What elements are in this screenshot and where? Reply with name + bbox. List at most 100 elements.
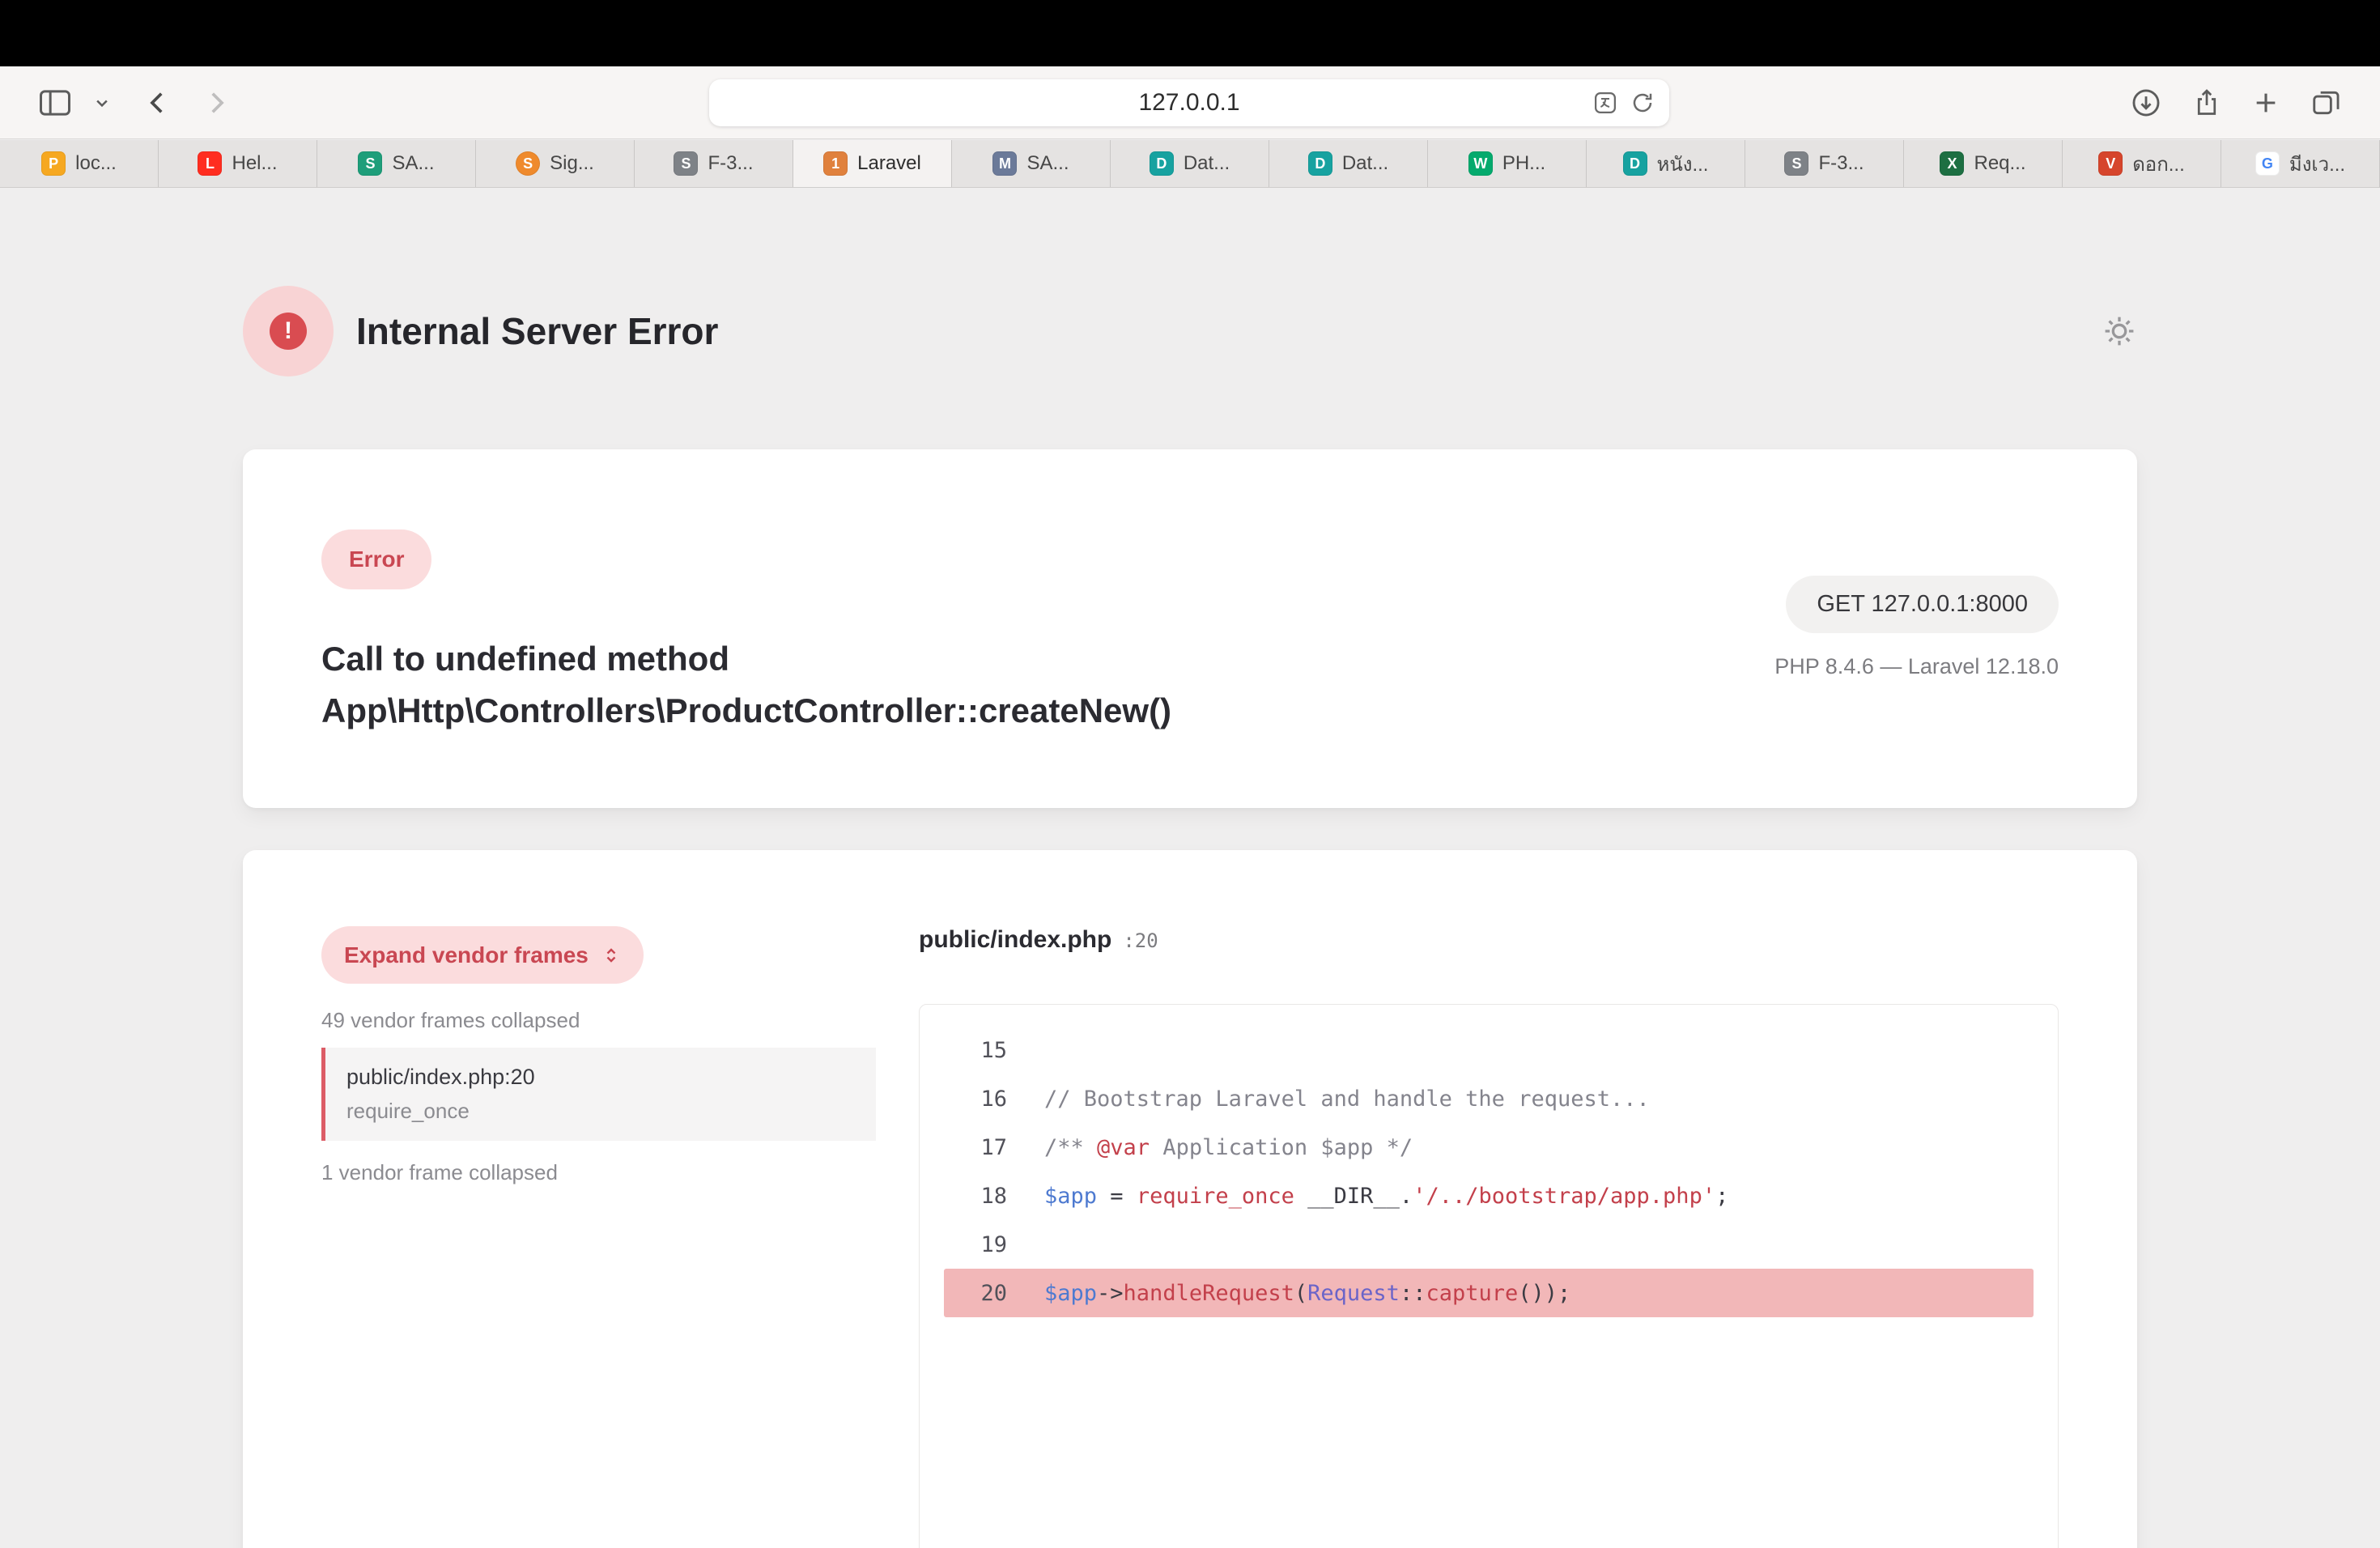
tab-label: SA... xyxy=(1026,152,1069,175)
tab-favicon: S xyxy=(1784,151,1808,176)
tab-favicon: W xyxy=(1468,151,1493,176)
line-number: 19 xyxy=(944,1232,1007,1257)
menu-bar xyxy=(0,0,2380,66)
tab-favicon: S xyxy=(516,151,540,176)
tab-10[interactable]: W PH... xyxy=(1428,140,1587,187)
tab-9[interactable]: D Dat... xyxy=(1269,140,1428,187)
tab-2[interactable]: L Hel... xyxy=(159,140,317,187)
theme-toggle-icon[interactable] xyxy=(2102,313,2137,349)
collapsed-frames-above: 49 vendor frames collapsed xyxy=(321,1008,880,1033)
tab-13[interactable]: X Req... xyxy=(1904,140,2063,187)
tab-favicon: S xyxy=(358,151,382,176)
tab-favicon: G xyxy=(2255,151,2280,176)
stack-frame-item[interactable]: public/index.php:20 require_once xyxy=(321,1048,876,1141)
tab-label: SA... xyxy=(392,152,434,175)
frame-method: require_once xyxy=(346,1099,855,1124)
expand-button-label: Expand vendor frames xyxy=(344,942,589,968)
line-number: 16 xyxy=(944,1087,1007,1112)
file-line-number: :20 xyxy=(1123,929,1158,952)
file-title: public/index.php xyxy=(919,926,1111,954)
tab-6[interactable]: 1 Laravel xyxy=(793,140,952,187)
tab-12[interactable]: S F-3... xyxy=(1745,140,1904,187)
translate-icon[interactable] xyxy=(1593,91,1617,115)
sidebar-icon[interactable] xyxy=(39,89,71,117)
trace-sidebar: Expand vendor frames 49 vendor frames co… xyxy=(321,926,880,1548)
tab-5[interactable]: S F-3... xyxy=(635,140,793,187)
line-number: 15 xyxy=(944,1038,1007,1063)
reload-icon[interactable] xyxy=(1630,91,1655,115)
tab-favicon: D xyxy=(1150,151,1174,176)
tab-label: Req... xyxy=(1974,152,2025,175)
tab-favicon: D xyxy=(1308,151,1332,176)
tab-favicon: 1 xyxy=(823,151,848,176)
forward-icon[interactable] xyxy=(202,89,230,117)
tab-3[interactable]: S SA... xyxy=(317,140,476,187)
tab-11[interactable]: D หนัง... xyxy=(1587,140,1745,187)
error-badge: Error xyxy=(321,529,431,589)
new-tab-icon[interactable] xyxy=(2252,89,2280,117)
tab-label: Dat... xyxy=(1184,152,1230,175)
frame-file: public/index.php:20 xyxy=(346,1065,855,1090)
page-title: Internal Server Error xyxy=(356,309,718,353)
expand-vendor-frames-button[interactable]: Expand vendor frames xyxy=(321,926,644,984)
version-info: PHP 8.4.6 — Laravel 12.18.0 xyxy=(1774,654,2059,679)
tab-label: ดอก... xyxy=(2132,148,2185,180)
page-content: ! Internal Server Error Error Call to un… xyxy=(0,189,2380,1548)
tab-15[interactable]: Gมีงเว... xyxy=(2221,140,2380,187)
stack-trace-card: Expand vendor frames 49 vendor frames co… xyxy=(243,850,2137,1548)
code-text: $app = require_once __DIR__.'/../bootstr… xyxy=(1044,1184,1728,1209)
tab-label: Hel... xyxy=(232,152,277,175)
error-message: Call to undefined method App\Http\Contro… xyxy=(321,633,1495,737)
tab-overview-icon[interactable] xyxy=(2310,87,2341,118)
tab-label: Sig... xyxy=(550,152,594,175)
request-pill: GET 127.0.0.1:8000 xyxy=(1786,576,2059,633)
code-text: /** @var Application $app */ xyxy=(1044,1135,1413,1160)
chevron-down-icon[interactable] xyxy=(94,95,110,111)
code-line-17: 17 /** @var Application $app */ xyxy=(944,1123,2034,1172)
tab-favicon: V xyxy=(2098,151,2123,176)
error-card: Error Call to undefined method App\Http\… xyxy=(243,449,2137,808)
tab-favicon: P xyxy=(41,151,66,176)
tab-8[interactable]: D Dat... xyxy=(1111,140,1269,187)
line-number: 17 xyxy=(944,1135,1007,1160)
tab-1[interactable]: Ploc... xyxy=(0,140,159,187)
tab-label: Dat... xyxy=(1342,152,1388,175)
tab-label: หนัง... xyxy=(1657,148,1709,180)
code-line-16: 16 // Bootstrap Laravel and handle the re… xyxy=(944,1074,2034,1123)
code-line-15: 15 xyxy=(944,1026,2034,1074)
tab-label: loc... xyxy=(75,152,117,175)
line-number: 18 xyxy=(944,1184,1007,1209)
tab-favicon: M xyxy=(992,151,1017,176)
tab-label: F-3... xyxy=(708,152,753,175)
address-bar[interactable]: 127.0.0.1 xyxy=(709,79,1669,126)
url-text: 127.0.0.1 xyxy=(1138,89,1239,117)
downloads-icon[interactable] xyxy=(2131,87,2161,118)
line-number: 20 xyxy=(944,1281,1007,1306)
tab-4[interactable]: S Sig... xyxy=(476,140,635,187)
code-panel: public/index.php :20 15 16 // Bootstrap La… xyxy=(919,926,2059,1548)
tab-label: F-3... xyxy=(1818,152,1864,175)
code-text: // Bootstrap Laravel and handle the requ… xyxy=(1044,1087,1650,1112)
tab-14[interactable]: V ดอก... xyxy=(2063,140,2221,187)
browser-toolbar: 127.0.0.1 xyxy=(0,66,2380,139)
exclamation-icon: ! xyxy=(270,313,307,350)
code-line-19: 19 xyxy=(944,1220,2034,1269)
code-text: $app->handleRequest(Request::capture()); xyxy=(1044,1281,1570,1306)
tab-favicon: D xyxy=(1623,151,1647,176)
tab-label: PH... xyxy=(1502,152,1545,175)
expand-chevrons-icon xyxy=(601,946,621,965)
tab-favicon: X xyxy=(1940,151,1964,176)
tab-label: Laravel xyxy=(857,152,921,175)
tab-bar: Ploc... L Hel... S SA... S Sig... S F-3... 1 Larav… xyxy=(0,140,2380,188)
collapsed-frames-below: 1 vendor frame collapsed xyxy=(321,1160,880,1185)
page-header: ! Internal Server Error xyxy=(243,286,2137,376)
share-icon[interactable] xyxy=(2192,88,2221,117)
code-block: 15 16 // Bootstrap Laravel and handle the … xyxy=(919,1004,2059,1548)
code-line-18: 18 $app = require_once __DIR__.'/../boots… xyxy=(944,1172,2034,1220)
tab-7[interactable]: M SA... xyxy=(952,140,1111,187)
file-heading: public/index.php :20 xyxy=(919,926,2059,954)
tab-favicon: L xyxy=(198,151,222,176)
back-icon[interactable] xyxy=(144,89,172,117)
code-line-20: 20 $app->handleRequest(Request::capture()… xyxy=(944,1269,2034,1317)
tab-favicon: S xyxy=(674,151,698,176)
